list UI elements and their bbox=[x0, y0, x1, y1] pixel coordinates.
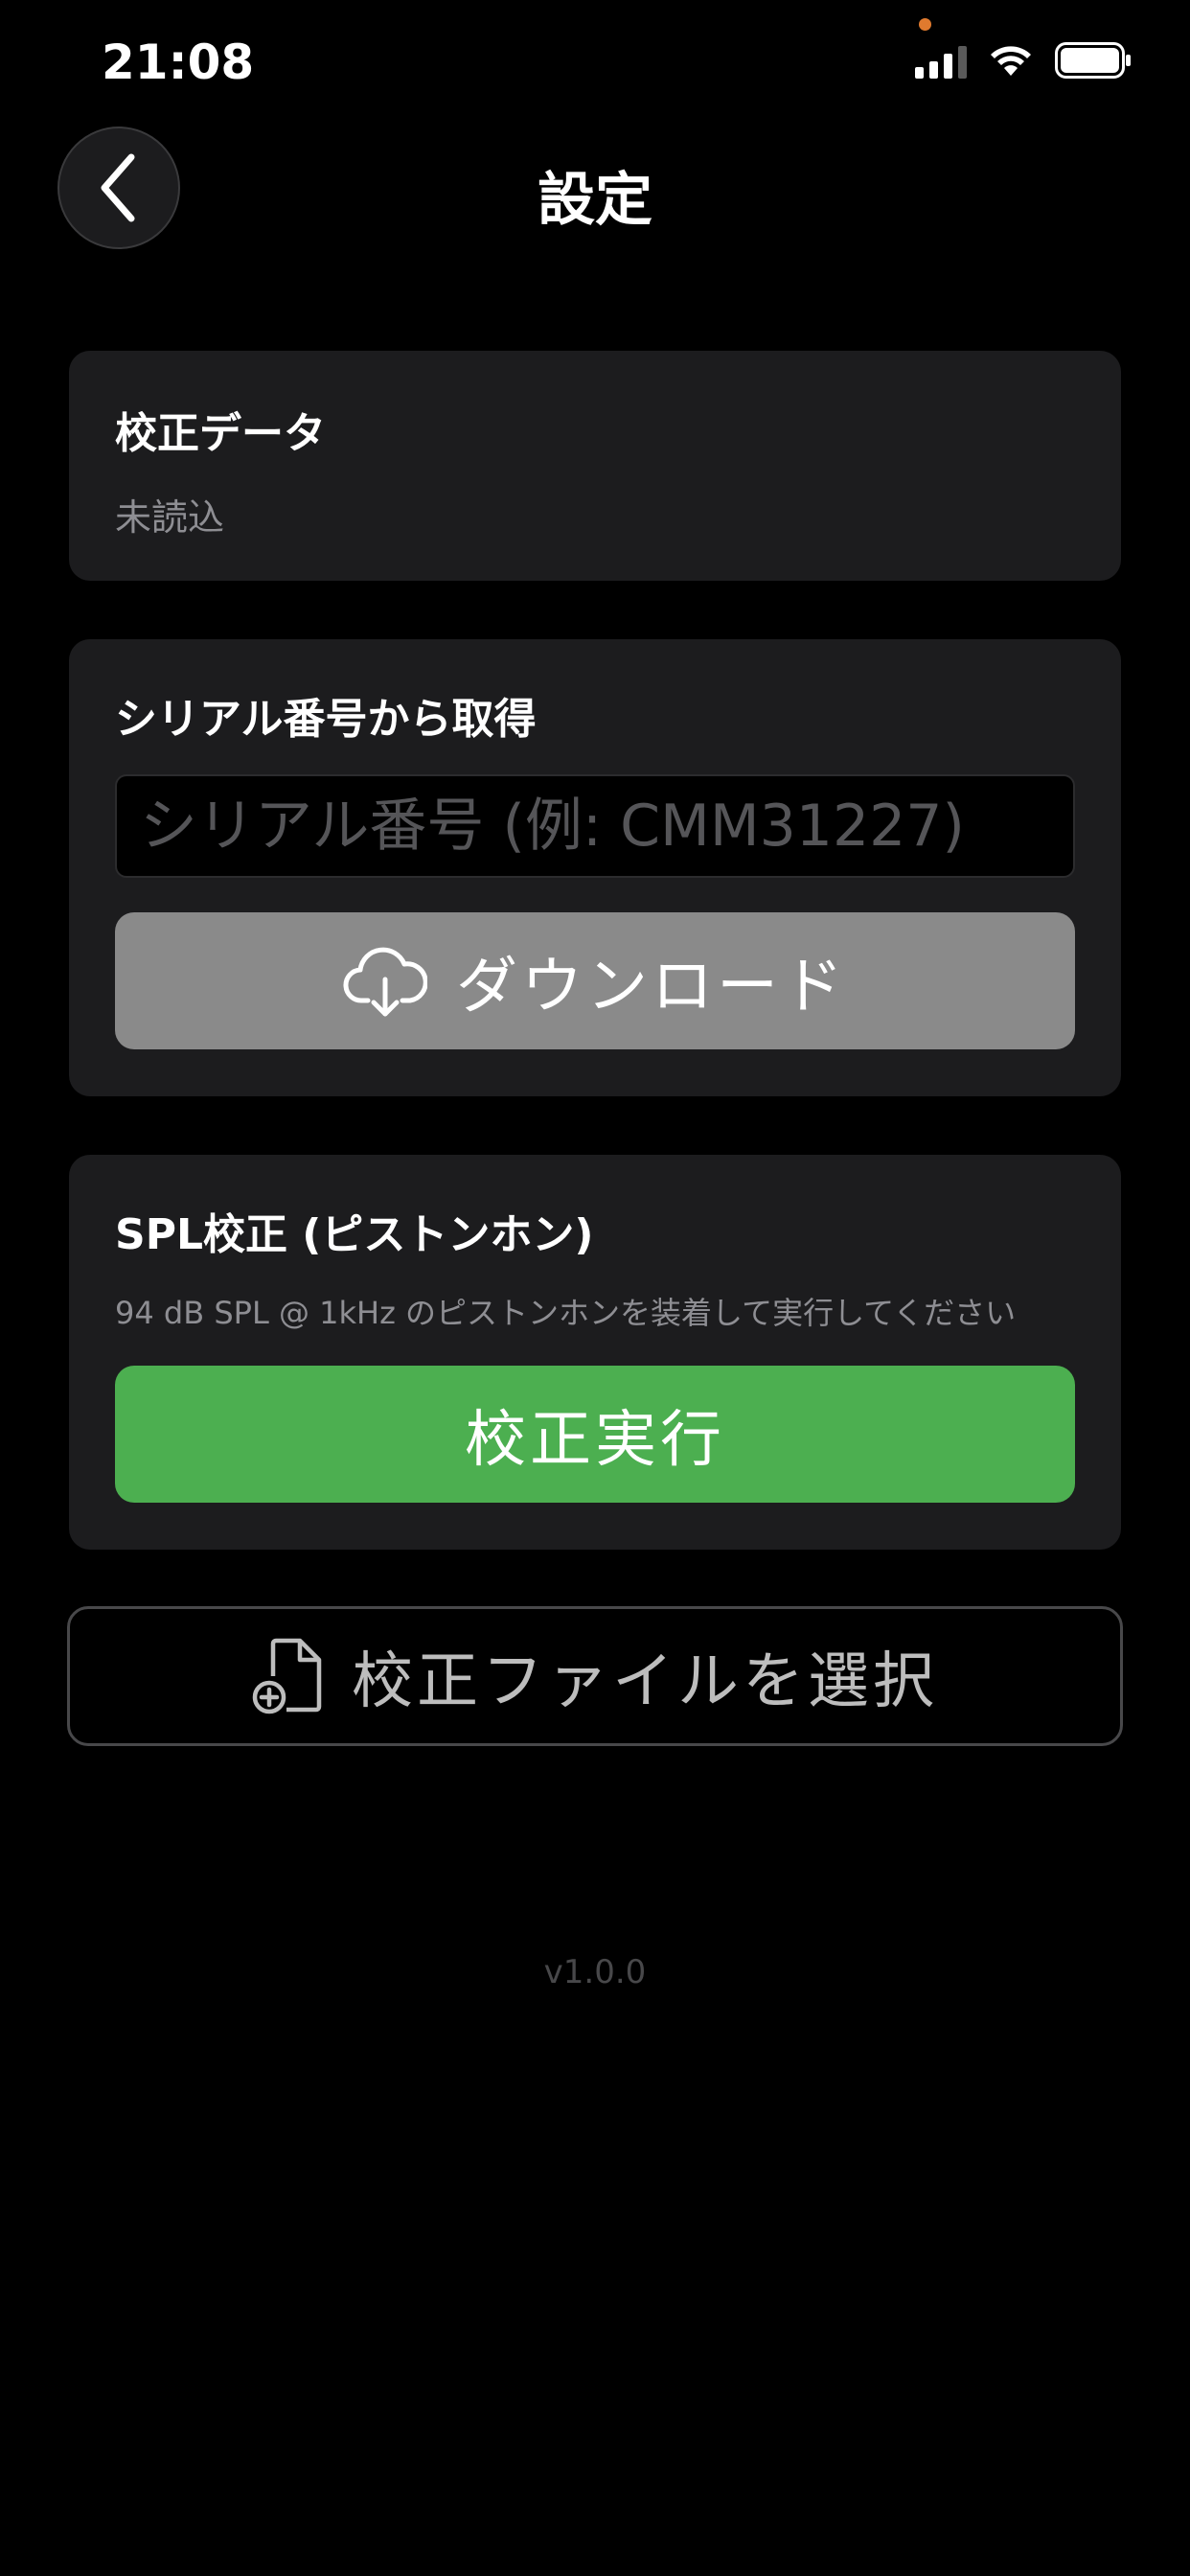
download-button[interactable]: ダウンロード bbox=[115, 912, 1075, 1049]
cellular-signal-icon bbox=[915, 42, 967, 79]
calibration-data-card: 校正データ 未読込 bbox=[69, 351, 1121, 581]
serial-number-input[interactable] bbox=[115, 774, 1075, 878]
page-title: 設定 bbox=[538, 167, 652, 234]
serial-fetch-card: シリアル番号から取得 ダウンロード bbox=[69, 639, 1121, 1096]
spl-section-title: SPL校正 (ピストンホン) bbox=[115, 1210, 594, 1259]
app-version: v1.0.0 bbox=[543, 1953, 647, 1991]
calibration-data-status: 未読込 bbox=[115, 496, 225, 539]
calibration-data-title: 校正データ bbox=[115, 409, 326, 458]
select-calibration-file-label: 校正ファイルを選択 bbox=[352, 1646, 938, 1717]
status-time: 21:08 bbox=[102, 34, 255, 90]
wifi-icon bbox=[991, 46, 1031, 76]
battery-icon bbox=[1055, 42, 1131, 79]
cloud-download-icon bbox=[343, 947, 427, 1016]
download-button-label: ダウンロード bbox=[456, 951, 847, 1023]
run-calibration-button[interactable]: 校正実行 bbox=[115, 1366, 1075, 1503]
status-bar: 21:08 bbox=[0, 0, 1190, 125]
spl-calibration-card: SPL校正 (ピストンホン) 94 dB SPL @ 1kHz のピストンホンを… bbox=[69, 1155, 1121, 1550]
status-icons bbox=[915, 42, 1132, 79]
privacy-indicator-dot bbox=[919, 18, 931, 31]
select-calibration-file-button[interactable]: 校正ファイルを選択 bbox=[67, 1606, 1123, 1746]
file-add-icon bbox=[252, 1638, 322, 1714]
spl-instructions: 94 dB SPL @ 1kHz のピストンホンを装着して実行してください bbox=[115, 1295, 1017, 1331]
run-calibration-label: 校正実行 bbox=[465, 1404, 725, 1476]
serial-section-title: シリアル番号から取得 bbox=[115, 695, 537, 744]
